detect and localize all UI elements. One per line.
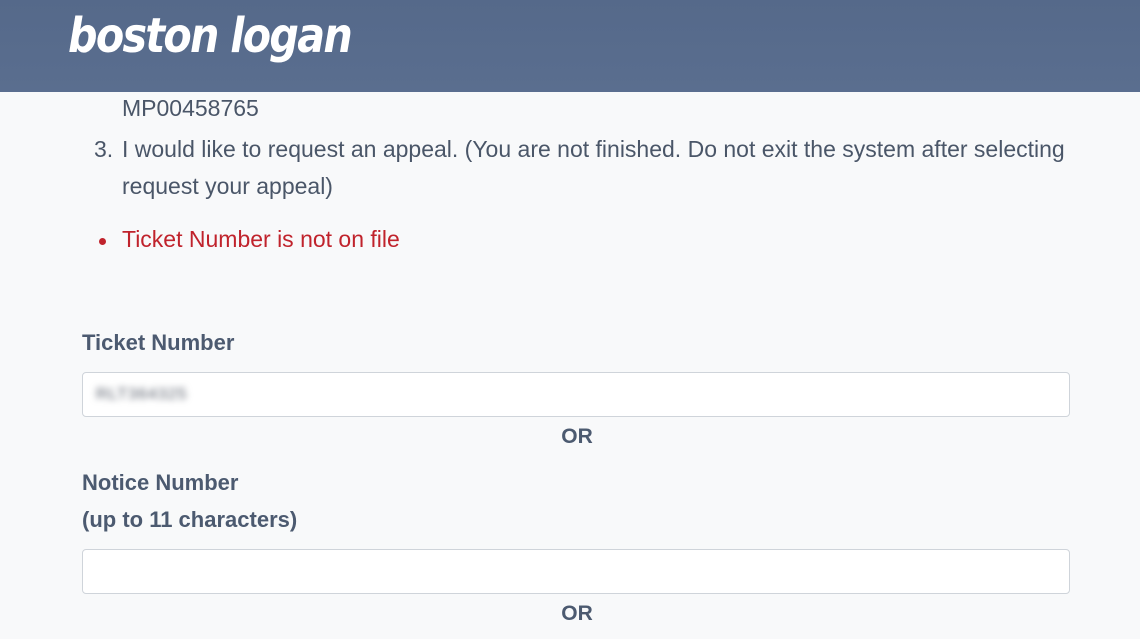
site-header: boston logan	[0, 0, 1140, 92]
notice-number-label: Notice Number	[82, 470, 239, 495]
option-number: 3.	[94, 136, 114, 162]
reference-number: MP00458765	[122, 95, 259, 121]
main-content: MP00458765 3. I would like to request an…	[0, 92, 1140, 639]
or-separator: OR	[561, 425, 593, 448]
ticket-number-value: RLT364325	[96, 386, 188, 403]
ticket-number-input[interactable]	[82, 372, 1070, 417]
ticket-number-label: Ticket Number	[82, 330, 235, 355]
option-text-line2: request your appeal)	[122, 173, 333, 199]
or-separator: OR	[561, 602, 593, 625]
notice-number-input[interactable]	[82, 549, 1070, 594]
error-text: Ticket Number is not on file	[122, 226, 400, 252]
bullet-icon	[99, 238, 106, 245]
notice-number-sublabel: (up to 11 characters)	[82, 507, 298, 532]
option-text-line1: I would like to request an appeal. (You …	[122, 136, 1065, 162]
boston-logan-logo[interactable]: boston logan	[68, 8, 353, 64]
